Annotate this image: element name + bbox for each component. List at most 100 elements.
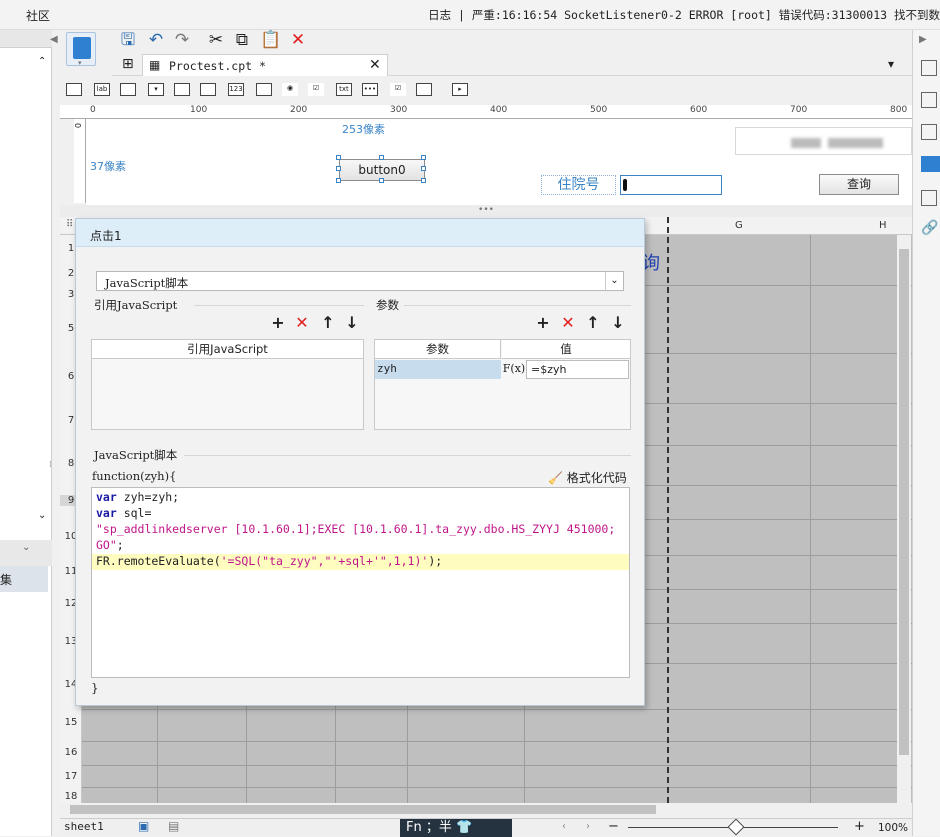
zyh-label-widget[interactable]: 住院号 [541, 175, 616, 195]
dataset-item[interactable]: 集 [0, 566, 48, 592]
format-code-label: 格式化代码 [566, 471, 627, 485]
collapse-handle[interactable]: ⁞ [49, 460, 53, 476]
vertical-scrollbar[interactable] [897, 235, 911, 803]
button-widget-icon[interactable] [120, 83, 136, 96]
label-widget-icon[interactable] [66, 83, 82, 96]
query-button[interactable]: 查询 [819, 174, 899, 195]
column-g[interactable]: G [735, 220, 743, 231]
table-widget-icon[interactable] [200, 83, 216, 96]
chevron-down-icon[interactable]: ⌄ [22, 542, 30, 553]
txt-widget-icon[interactable]: txt [336, 83, 352, 96]
close-icon[interactable]: ✕ [369, 57, 381, 73]
resize-handle[interactable] [336, 155, 341, 160]
tree-widget-icon[interactable] [416, 83, 432, 96]
paste-icon[interactable]: 📋 [260, 30, 281, 50]
cut-icon[interactable]: ✂ [206, 30, 226, 50]
copy-icon[interactable]: ⧉ [232, 30, 252, 50]
zoom-out-button[interactable]: − [608, 819, 619, 834]
row-number[interactable]: 15 [60, 717, 82, 728]
dialog-title-bar[interactable]: 点击1 [76, 219, 644, 247]
checkbox-widget-icon[interactable]: ☑ [390, 83, 406, 96]
formula-button[interactable]: F(x) [502, 360, 526, 379]
scroll-down-icon[interactable]: ⌄ [38, 510, 46, 521]
event-type-select[interactable]: JavaScript脚本 ⌄ [96, 271, 624, 291]
resize-handle[interactable] [379, 155, 384, 160]
horizontal-scrollbar[interactable] [60, 803, 912, 817]
link-icon[interactable]: 🔗 [921, 220, 938, 236]
format-code-button[interactable]: 🧹 格式化代码 [548, 469, 627, 486]
code-text: ; [116, 538, 124, 552]
function-close-brace: } [91, 681, 99, 695]
save-icon[interactable]: 🖫 [118, 30, 138, 50]
log-status-text[interactable]: 日志 | 严重:16:16:54 SocketListener0-2 ERROR… [428, 7, 940, 23]
remove-ref-button[interactable]: ✕ [293, 314, 311, 332]
radio-group-icon[interactable]: ◉ [282, 83, 298, 96]
value-column-header: 值 [502, 340, 630, 359]
javascript-code-editor[interactable]: var zyh=zyh; var sql= "sp_addlinkedserve… [91, 487, 630, 678]
add-ref-button[interactable]: + [269, 314, 287, 332]
add-sheet-icon[interactable]: ▣ [138, 819, 149, 833]
scroll-up-icon[interactable]: ⌃ [38, 56, 46, 67]
grid-line [82, 787, 912, 788]
script-section-title: JavaScript脚本 [94, 448, 178, 462]
zyh-input-widget[interactable] [620, 175, 722, 195]
tab-proctest[interactable]: ▦ Proctest.cpt * ✕ [142, 54, 388, 76]
panel-splitter[interactable]: ••• [60, 205, 912, 217]
row-number[interactable]: 17 [60, 771, 82, 782]
resize-handle[interactable] [421, 166, 426, 171]
combobox-widget-icon[interactable]: ▾ [148, 83, 164, 96]
text-widget-icon[interactable]: lab [94, 83, 110, 96]
remove-param-button[interactable]: ✕ [559, 314, 577, 332]
ruler-tick: 400 [490, 105, 508, 115]
scrollbar-thumb[interactable] [899, 249, 909, 755]
delete-icon[interactable]: ✕ [288, 30, 308, 50]
password-widget-icon[interactable]: ••• [362, 83, 378, 96]
date-widget-icon[interactable] [174, 83, 190, 96]
scrollbar-thumb[interactable] [70, 805, 656, 814]
prev-sheet-icon[interactable]: ‹ [562, 821, 566, 832]
ime-indicator[interactable]: Fn ；半 👕 [400, 819, 512, 837]
row-number[interactable]: 16 [60, 747, 82, 758]
hyperlink-icon[interactable] [921, 190, 937, 206]
resize-handle[interactable] [336, 178, 341, 183]
param-name-cell[interactable]: zyh [375, 360, 501, 379]
move-up-ref-button[interactable]: ↑ [319, 314, 337, 332]
move-down-ref-button[interactable]: ↓ [343, 314, 361, 332]
checkbox-group-icon[interactable]: ☑ [308, 83, 324, 96]
param-table[interactable]: 参数 值 zyh F(x) =$zyh [374, 339, 631, 430]
ref-js-table[interactable]: 引用JavaScript [91, 339, 364, 430]
collapse-right-icon[interactable]: ▶ [919, 34, 927, 45]
community-link[interactable]: 社区 [26, 7, 50, 24]
add-param-button[interactable]: + [534, 314, 552, 332]
condition-attribute-icon[interactable] [921, 124, 937, 140]
redo-icon[interactable]: ↷ [172, 30, 192, 50]
move-up-param-button[interactable]: ↑ [584, 314, 602, 332]
next-sheet-icon[interactable]: › [586, 821, 590, 832]
collapse-left-icon[interactable]: ◀ [50, 34, 58, 45]
event-settings-icon[interactable] [921, 156, 940, 172]
resize-handle[interactable] [421, 178, 426, 183]
cell-attribute-icon[interactable] [921, 60, 937, 76]
column-h[interactable]: H [879, 220, 887, 231]
add-poly-sheet-icon[interactable]: ▤ [168, 819, 179, 833]
divider [404, 305, 631, 306]
sheet-tab[interactable]: sheet1 [64, 820, 104, 833]
textarea-widget-icon[interactable] [256, 83, 272, 96]
row-number[interactable]: 18 [60, 791, 82, 802]
zoom-in-button[interactable]: + [854, 819, 865, 834]
resize-handle[interactable] [379, 178, 384, 183]
number-widget-icon[interactable]: 123 [228, 83, 244, 96]
param-value-field[interactable]: =$zyh [526, 360, 629, 379]
resize-handle[interactable] [336, 166, 341, 171]
grid-view-icon[interactable]: ⊞ [122, 56, 134, 72]
undo-icon[interactable]: ↶ [146, 30, 166, 50]
select-all-icon[interactable]: ⠿ [66, 219, 73, 230]
resize-handle[interactable] [421, 155, 426, 160]
zoom-slider-thumb[interactable] [727, 818, 745, 836]
tab-menu-icon[interactable]: ▾ [888, 57, 894, 71]
move-down-param-button[interactable]: ↓ [609, 314, 627, 332]
widget-attribute-icon[interactable] [921, 92, 937, 108]
chevron-down-icon[interactable]: ⌄ [605, 272, 623, 290]
more-widgets-icon[interactable]: ▸ [452, 83, 468, 96]
blurred-widget[interactable] [735, 127, 912, 155]
